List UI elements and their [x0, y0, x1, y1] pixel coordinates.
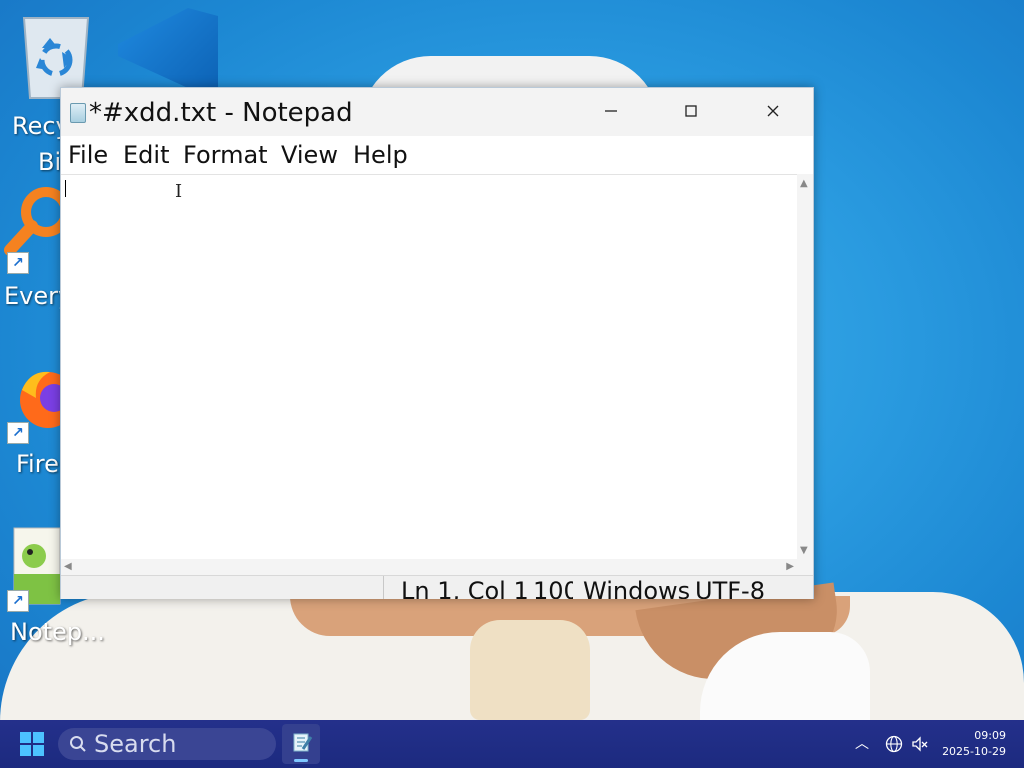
notepad-icon [293, 733, 313, 752]
maximize-icon [685, 105, 697, 117]
windows-logo-pane [33, 732, 44, 743]
scroll-right-icon[interactable]: ▶ [786, 561, 794, 573]
windows-logo-pane [33, 745, 44, 756]
text-editor[interactable]: I [61, 174, 797, 560]
speaker-muted-icon[interactable] [910, 734, 930, 754]
vertical-scrollbar[interactable]: ▲ ▼ [797, 174, 813, 559]
search-icon [70, 736, 86, 752]
windows-logo-pane [20, 745, 31, 756]
desktop-icon-label: Bi [38, 148, 62, 176]
notepad-window: *#xdd.txt - Notepad File Edit Format Vie… [60, 87, 814, 599]
menu-view[interactable]: View [281, 140, 338, 170]
close-icon [767, 105, 779, 117]
scroll-down-icon[interactable]: ▼ [800, 545, 808, 557]
notepad-app-icon [70, 103, 86, 123]
minimize-icon [605, 110, 617, 112]
shortcut-arrow-icon: ↗ [7, 422, 29, 444]
status-encoding: UTF-8 [695, 577, 765, 599]
network-globe-icon[interactable] [884, 734, 904, 754]
shortcut-arrow-icon: ↗ [7, 590, 29, 612]
status-cursor-position: Ln 1, Col 1 [401, 577, 529, 599]
resize-grip[interactable] [797, 559, 813, 575]
scroll-up-icon[interactable]: ▲ [800, 178, 808, 190]
status-line-ending: Windows [583, 577, 689, 599]
text-caret [65, 180, 66, 197]
window-title: *#xdd.txt - Notepad [89, 98, 353, 128]
close-button[interactable] [733, 88, 813, 134]
desktop-icon-label: Fire [16, 450, 59, 478]
status-bar: Ln 1, Col 1 100 Windows UTF-8 [61, 575, 813, 599]
active-app-indicator [294, 759, 308, 762]
menu-help[interactable]: Help [353, 140, 408, 170]
system-clock[interactable]: 09:09 2025-10-29 [942, 728, 1006, 760]
taskbar-notepad-button[interactable] [282, 724, 320, 764]
menu-edit[interactable]: Edit [123, 140, 169, 170]
status-zoom: 100 [533, 577, 573, 599]
shortcut-arrow-icon: ↗ [7, 252, 29, 274]
minimize-button[interactable] [571, 88, 651, 134]
menu-bar: File Edit Format View Help [61, 136, 813, 174]
title-bar[interactable]: *#xdd.txt - Notepad [61, 88, 813, 136]
desktop-icon-label: Notep... [10, 618, 105, 646]
taskbar: Search ︿ 09:09 2025-10-29 [0, 720, 1024, 768]
status-divider [383, 576, 384, 599]
desktop-icon-everything[interactable]: ↗ Every [0, 180, 72, 320]
desktop-icon-firefox[interactable]: ↗ Fire [0, 352, 70, 492]
clock-time: 09:09 [974, 729, 1006, 742]
vscode-desktop-icon[interactable] [118, 8, 218, 88]
scroll-left-icon[interactable]: ◀ [64, 561, 72, 573]
horizontal-scrollbar[interactable]: ◀ ▶ [61, 559, 797, 575]
start-button[interactable] [20, 732, 44, 756]
search-placeholder: Search [94, 730, 177, 758]
ibeam-cursor-icon: I [175, 181, 183, 202]
wallpaper-figure-collar [470, 620, 590, 720]
maximize-button[interactable] [651, 88, 731, 134]
menu-file[interactable]: File [68, 140, 108, 170]
menu-format[interactable]: Format [183, 140, 268, 170]
clock-date: 2025-10-29 [942, 745, 1006, 758]
taskbar-search[interactable]: Search [58, 728, 276, 760]
desktop: Recy Bi ↗ Every ↗ Fire ↗ Notep... *#xdd.… [0, 0, 1024, 768]
windows-logo-icon [20, 732, 31, 743]
chevron-up-icon[interactable]: ︿ [852, 734, 872, 754]
